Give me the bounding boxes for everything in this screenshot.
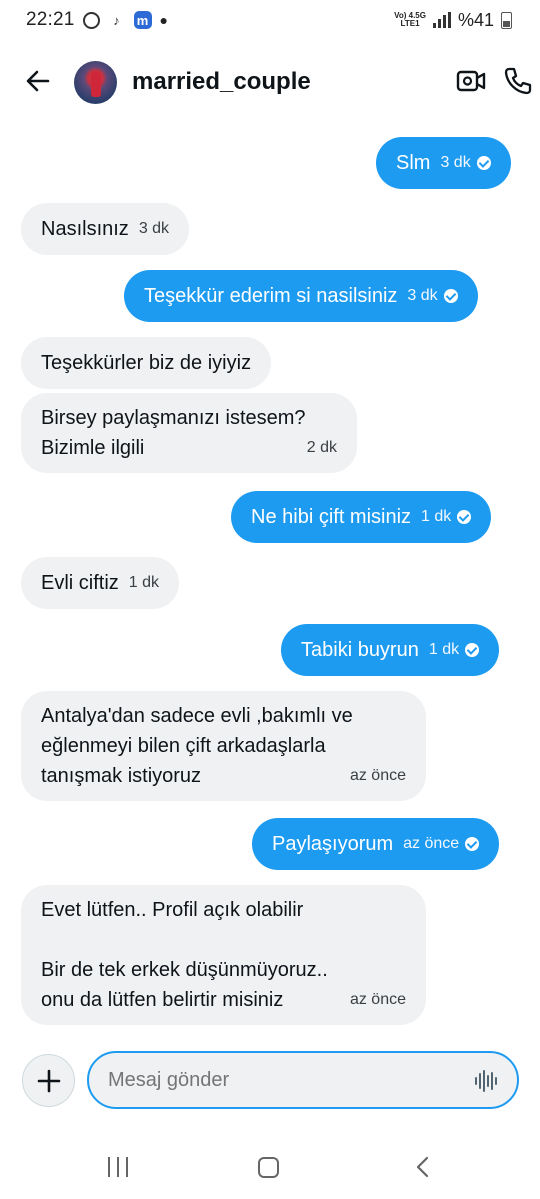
status-time: 22:21 [26, 9, 75, 30]
message-bubble-received[interactable]: Teşekkürler biz de iyiyiz [21, 337, 272, 389]
network-bottom-label: LTE1 [400, 19, 420, 28]
message-last-row: onu da lütfen belirtir misiniz az önce [41, 985, 406, 1015]
message-time: 2 dk [306, 439, 337, 456]
message-line: Evet lütfen.. Profil açık olabilir [41, 899, 304, 921]
battery-icon [501, 11, 512, 29]
message-last-row: Bizimle ilgili 2 dk [41, 433, 337, 463]
message-time: 3 dk [407, 287, 438, 304]
message-bubble-sent[interactable]: Slm 3 dk [376, 137, 511, 189]
message-line: Bizimle ilgili [41, 437, 145, 459]
message-time: 1 dk [128, 574, 160, 591]
avatar[interactable] [74, 61, 117, 104]
status-left: 22:21 ♪ m ● [26, 9, 168, 31]
read-check-icon [443, 289, 458, 303]
status-right: Vo) 4.5G LTE1 %41 [394, 10, 512, 31]
tiktok-icon: ♪ [113, 12, 120, 28]
message-text: Ne hibi çift misiniz [251, 506, 412, 528]
message-bubble-sent[interactable]: Teşekkür ederim si nasilsiniz 3 dk [124, 270, 478, 322]
read-check-icon [476, 156, 491, 170]
message-line: Bir de tek erkek düşünmüyoruz.. [41, 959, 328, 981]
status-bar: 22:21 ♪ m ● Vo) 4.5G LTE1 %41 [0, 0, 540, 40]
message-time: 1 dk [428, 641, 460, 658]
message-notification-icon [82, 11, 100, 29]
add-attachment-button[interactable] [22, 1054, 75, 1107]
message-time: 1 dk [421, 508, 452, 525]
read-check-icon [457, 510, 472, 524]
message-last-row: tanışmak istiyoruz az önce [41, 761, 406, 791]
nav-back-icon[interactable] [412, 1156, 434, 1178]
message-input[interactable] [108, 1068, 517, 1092]
plus-icon [37, 1069, 60, 1092]
read-check-icon [465, 643, 480, 657]
message-time: az önce [349, 991, 406, 1008]
message-bubble-received[interactable]: Nasılsınız 3 dk [21, 203, 190, 255]
more-notifications-dot-icon: ● [159, 12, 169, 28]
message-meta: 1 dk [428, 635, 480, 665]
network-indicator: Vo) 4.5G LTE1 [394, 12, 426, 28]
message-bubble-received[interactable]: Evli ciftiz 1 dk [21, 557, 180, 609]
message-text: Nasılsınız [41, 218, 129, 240]
message-bubble-sent[interactable]: Tabiki buyrun 1 dk [281, 624, 500, 676]
message-text: Tabiki buyrun [301, 639, 419, 661]
arrow-left-icon[interactable] [22, 65, 54, 97]
conversation-header: married_couple [0, 52, 540, 112]
signal-strength-icon [432, 12, 451, 28]
message-text: Teşekkürler biz de iyiyiz [41, 352, 252, 374]
message-meta: 3 dk [407, 281, 458, 311]
message-text: Slm [396, 152, 431, 174]
message-bubble-received[interactable]: Birsey paylaşmanızı istesem? Bizimle ilg… [21, 393, 357, 473]
message-meta: 1 dk [421, 502, 472, 532]
message-bubble-received[interactable]: Antalya'dan sadece evli ,bakımlı ve eğle… [21, 691, 426, 801]
phone-icon[interactable] [503, 66, 533, 96]
message-time: 3 dk [440, 154, 471, 171]
home-icon[interactable] [258, 1157, 279, 1178]
battery-percent: %41 [457, 9, 494, 30]
app-m-icon: m [133, 11, 152, 29]
message-line: Birsey paylaşmanızı istesem? [41, 407, 306, 429]
voice-waveform-icon[interactable] [475, 1070, 497, 1092]
message-time: 3 dk [138, 220, 170, 237]
video-camera-icon[interactable] [456, 68, 486, 94]
message-time: az önce [403, 835, 460, 852]
read-check-icon [465, 837, 480, 851]
message-line: Antalya'dan sadece evli ,bakımlı ve [41, 705, 353, 727]
system-nav-bar [0, 1140, 540, 1195]
message-line: eğlenmeyi bilen çift arkadaşlarla [41, 735, 326, 757]
message-meta: 3 dk [440, 148, 491, 178]
message-bubble-sent[interactable]: Ne hibi çift misiniz 1 dk [231, 491, 492, 543]
message-line: onu da lütfen belirtir misiniz [41, 989, 284, 1011]
contact-name[interactable]: married_couple [132, 68, 311, 96]
message-bubble-sent[interactable]: Paylaşıyorum az önce [252, 818, 500, 870]
recent-apps-icon[interactable] [108, 1157, 128, 1177]
message-text: Evli ciftiz [41, 572, 119, 594]
message-composer[interactable] [87, 1051, 519, 1109]
message-time: az önce [349, 767, 406, 784]
message-text: Teşekkür ederim si nasilsiniz [144, 285, 398, 307]
message-bubble-received[interactable]: Evet lütfen.. Profil açık olabilir Bir d… [21, 885, 426, 1025]
message-text: Paylaşıyorum [272, 833, 394, 855]
message-line: tanışmak istiyoruz [41, 765, 202, 787]
message-meta: az önce [403, 829, 480, 859]
